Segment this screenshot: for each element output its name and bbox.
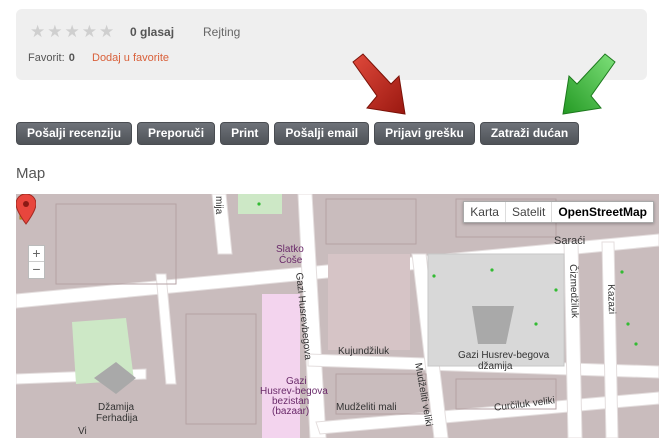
green-arrow-icon bbox=[562, 53, 616, 115]
map-type-openstreetmap[interactable]: OpenStreetMap bbox=[551, 202, 653, 222]
map-section-title: Map bbox=[16, 165, 46, 182]
add-to-favorites-link[interactable]: Dodaj u favorite bbox=[92, 52, 169, 64]
report-error-button[interactable]: Prijavi grešku bbox=[374, 122, 475, 145]
map-label: Ćoše bbox=[279, 255, 303, 266]
map-type-control: Karta Satelit OpenStreetMap bbox=[463, 201, 654, 223]
map-label: (bazaar) bbox=[272, 406, 310, 417]
map-view[interactable]: + − Karta Satelit OpenStreetMap mija Sar… bbox=[16, 194, 659, 438]
recommend-button[interactable]: Preporuči bbox=[137, 122, 216, 145]
map-label: Saraći bbox=[554, 235, 586, 247]
map-label: mija bbox=[213, 196, 224, 215]
action-buttons: Pošalji recenziju Preporuči Print Pošalj… bbox=[16, 122, 580, 145]
star-icon[interactable]: ★ bbox=[47, 23, 62, 40]
map-label: Ferhadija bbox=[96, 413, 138, 424]
map-type-satelit[interactable]: Satelit bbox=[504, 202, 551, 222]
favorites-label: Favorit: 0 bbox=[28, 52, 75, 64]
favorites-label-text: Favorit: bbox=[28, 52, 65, 64]
zoom-out-button[interactable]: − bbox=[29, 262, 44, 278]
map-label: Gazi Husrev-begova bbox=[458, 350, 550, 361]
map-label: Kujundžiluk bbox=[338, 346, 390, 357]
red-arrow-icon bbox=[352, 53, 406, 115]
map-label: Vi bbox=[78, 426, 87, 437]
map-label: Džamija bbox=[98, 402, 135, 413]
print-button[interactable]: Print bbox=[220, 122, 270, 145]
claim-shop-button[interactable]: Zatraži dućan bbox=[479, 122, 580, 145]
map-label: Čizmedžiluk bbox=[567, 264, 580, 319]
zoom-control: + − bbox=[28, 245, 45, 279]
vote-count: 0 glasaj bbox=[130, 25, 175, 39]
map-type-karta[interactable]: Karta bbox=[464, 202, 505, 222]
rating-label: Rejting bbox=[203, 25, 241, 39]
send-review-button[interactable]: Pošalji recenziju bbox=[16, 122, 133, 145]
star-icon[interactable]: ★ bbox=[99, 23, 114, 40]
star-icon[interactable]: ★ bbox=[65, 23, 80, 40]
star-icon[interactable]: ★ bbox=[30, 23, 45, 40]
map-label: džamija bbox=[478, 361, 513, 372]
map-label: Slatko bbox=[276, 244, 304, 255]
star-icon[interactable]: ★ bbox=[82, 23, 97, 40]
favorites-count: 0 bbox=[68, 52, 75, 64]
map-marker-icon[interactable] bbox=[16, 194, 36, 226]
rating-stars[interactable]: ★ ★ ★ ★ ★ bbox=[30, 23, 114, 40]
map-label: Kazazi bbox=[605, 284, 618, 315]
zoom-in-button[interactable]: + bbox=[29, 246, 44, 262]
map-label: Mudželiti mali bbox=[336, 402, 397, 413]
send-email-button[interactable]: Pošalji email bbox=[274, 122, 370, 145]
